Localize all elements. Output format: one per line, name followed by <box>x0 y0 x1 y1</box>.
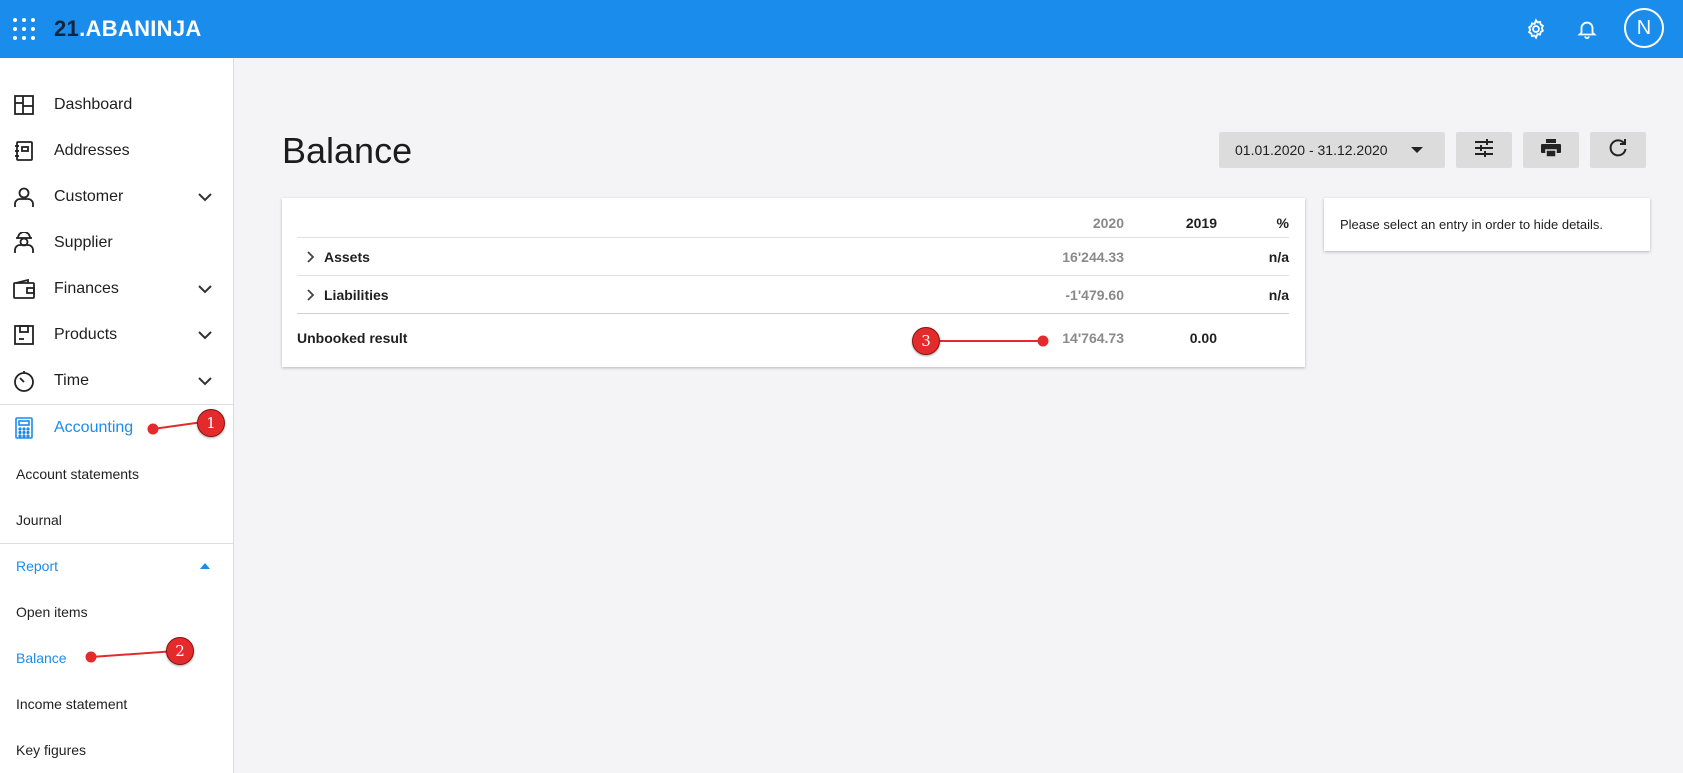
annotation-marker-2: 2 <box>166 637 194 665</box>
app-logo[interactable]: 21. ABANINJA <box>54 16 202 42</box>
caret-down-icon <box>1411 147 1423 153</box>
sidebar-subitem-label: Account statements <box>16 466 139 482</box>
row-value-2020: -1'479.60 <box>1065 287 1124 303</box>
address-book-icon <box>13 140 35 162</box>
calculator-icon <box>13 417 35 439</box>
filter-settings-button[interactable] <box>1456 132 1512 168</box>
sidebar-subitem-label: Journal <box>16 512 62 528</box>
sidebar-subitem-account-statements[interactable]: Account statements <box>0 451 233 497</box>
sidebar-subitem-report[interactable]: Report <box>0 543 233 589</box>
printer-icon <box>1541 138 1561 162</box>
sidebar-item-customer[interactable]: Customer <box>0 174 233 220</box>
sidebar-item-label: Time <box>54 372 89 389</box>
customer-icon <box>13 186 35 208</box>
annotation-marker-1: 1 <box>197 409 225 437</box>
table-row-total: Unbooked result 14'764.73 0.00 <box>297 315 1289 360</box>
top-bar: 21. ABANINJA N <box>0 0 1683 58</box>
row-value-2020: 16'244.33 <box>1062 249 1124 265</box>
sliders-icon <box>1474 138 1494 162</box>
marker-number: 1 <box>206 414 216 432</box>
sidebar-item-label: Finances <box>54 280 119 297</box>
sidebar-subitem-open-items[interactable]: Open items <box>0 589 233 635</box>
page-title: Balance <box>282 130 413 171</box>
sidebar-item-dashboard[interactable]: Dashboard <box>0 82 233 128</box>
row-label: Liabilities <box>324 287 389 303</box>
sidebar-subitem-balance[interactable]: Balance <box>0 635 233 681</box>
header-2019: 2019 <box>1185 214 1217 231</box>
date-range-select[interactable]: 01.01.2020 - 31.12.2020 <box>1219 132 1445 168</box>
sidebar-item-addresses[interactable]: Addresses <box>0 128 233 174</box>
header-2020: 2020 <box>1092 214 1124 231</box>
wallet-icon <box>13 278 35 300</box>
sidebar-item-products[interactable]: Products <box>0 312 233 358</box>
header-percent: % <box>1276 214 1289 231</box>
chevron-down-icon <box>198 282 212 296</box>
sidebar-item-supplier[interactable]: Supplier <box>0 220 233 266</box>
sidebar-subitem-label: Report <box>16 558 59 574</box>
avatar[interactable]: N <box>1624 8 1664 48</box>
row-label: Assets <box>324 249 370 265</box>
annotation-marker-3: 3 <box>912 327 940 355</box>
bell-icon[interactable] <box>1571 13 1603 45</box>
marker-number: 2 <box>175 642 185 660</box>
table-row-liabilities[interactable]: Liabilities -1'479.60 n/a <box>297 277 1289 314</box>
row-value-percent: n/a <box>1268 287 1289 303</box>
details-message: Please select an entry in order to hide … <box>1340 217 1604 232</box>
sidebar-item-time[interactable]: Time <box>0 358 233 404</box>
total-value-2019: 0.00 <box>1189 329 1217 346</box>
refresh-icon <box>1608 138 1628 163</box>
stopwatch-icon <box>13 370 35 392</box>
total-value-2020: 14'764.73 <box>1062 329 1124 346</box>
logo-number: 21 <box>54 16 80 41</box>
chevron-down-icon <box>198 328 212 342</box>
sidebar-subitem-income-statement[interactable]: Income statement <box>0 681 233 727</box>
chevron-right-icon[interactable] <box>305 250 317 264</box>
box-icon <box>13 324 35 346</box>
gear-icon[interactable] <box>1520 13 1552 45</box>
caret-up-icon <box>200 563 210 569</box>
table-row-assets[interactable]: Assets 16'244.33 n/a <box>297 239 1289 276</box>
apps-grid-icon[interactable] <box>13 18 35 40</box>
balance-table: 2020 2019 % Assets 16'244.33 n/a Liabili… <box>282 198 1305 367</box>
logo-name: ABANINJA <box>85 16 202 41</box>
sidebar-subitem-label: Open items <box>16 604 88 620</box>
refresh-button[interactable] <box>1590 132 1646 168</box>
sidebar-item-label: Accounting <box>54 419 134 436</box>
sidebar-subitem-label: Balance <box>16 650 67 666</box>
sidebar-subitem-key-figures[interactable]: Key figures <box>0 727 233 773</box>
sidebar-item-label: Supplier <box>54 234 113 251</box>
details-panel: Please select an entry in order to hide … <box>1324 198 1650 251</box>
sidebar-item-label: Addresses <box>54 142 130 159</box>
sidebar-item-finances[interactable]: Finances <box>0 266 233 312</box>
avatar-initial: N <box>1636 16 1652 39</box>
chevron-down-icon <box>198 190 212 204</box>
sidebar-subitem-journal[interactable]: Journal <box>0 497 233 543</box>
print-button[interactable] <box>1523 132 1579 168</box>
marker-number: 3 <box>921 332 931 350</box>
sidebar-item-label: Products <box>54 326 118 343</box>
sidebar-subitem-label: Income statement <box>16 696 128 712</box>
sidebar-item-label: Customer <box>54 188 124 205</box>
chevron-right-icon[interactable] <box>305 288 317 302</box>
row-value-percent: n/a <box>1268 249 1289 265</box>
table-header: 2020 2019 % <box>297 208 1289 238</box>
total-label: Unbooked result <box>297 329 408 346</box>
sidebar-item-label: Dashboard <box>54 96 133 113</box>
date-range-value: 01.01.2020 - 31.12.2020 <box>1235 142 1388 158</box>
annotation-lines <box>85 335 1049 663</box>
sidebar-subitem-label: Key figures <box>16 742 87 758</box>
dashboard-icon <box>13 94 35 116</box>
supplier-icon <box>13 232 35 254</box>
chevron-down-icon <box>198 374 212 388</box>
